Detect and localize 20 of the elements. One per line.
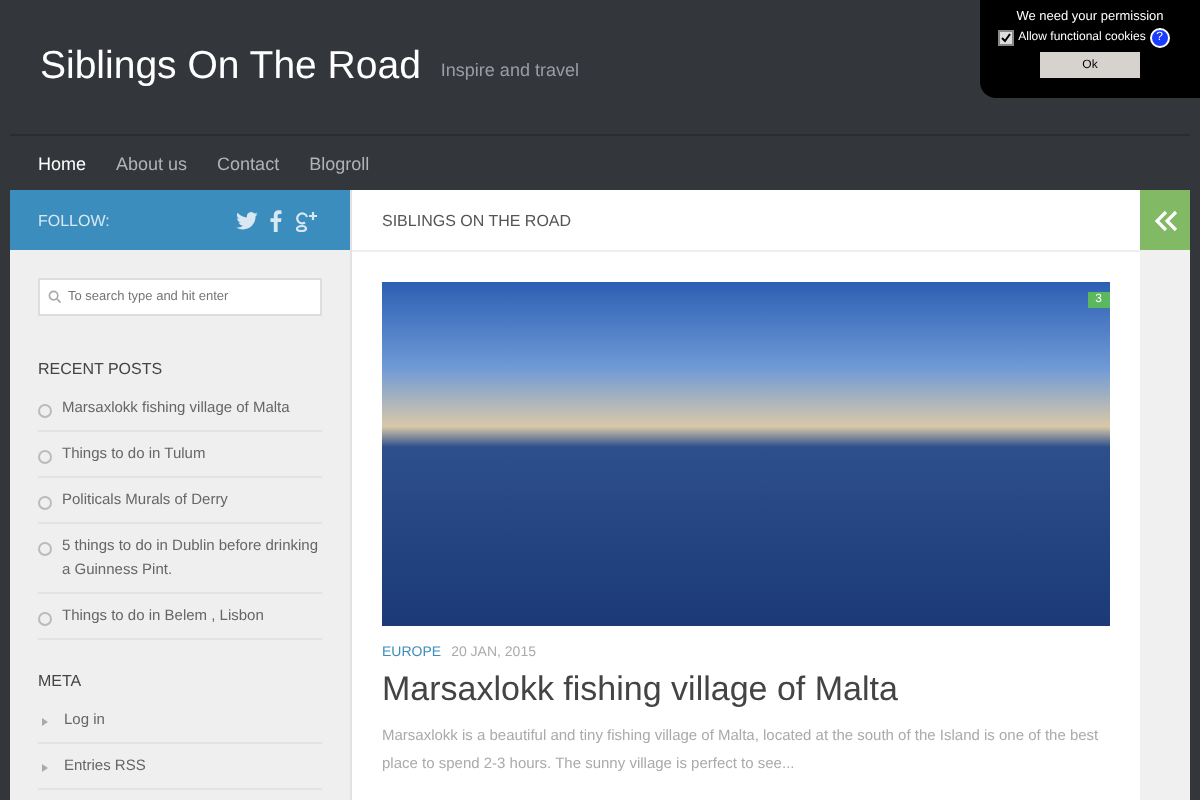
- triangle-icon: [42, 764, 48, 772]
- triangle-icon: [42, 718, 48, 726]
- nav-link[interactable]: About us: [116, 153, 188, 173]
- facebook-icon[interactable]: [270, 209, 282, 231]
- post-title[interactable]: Marsaxlokk fishing village of Malta: [382, 670, 1110, 710]
- google-plus-icon[interactable]: [294, 209, 318, 231]
- search-icon: [48, 290, 62, 304]
- nav-link[interactable]: Blogroll: [309, 153, 370, 173]
- collapse-button[interactable]: [1140, 190, 1190, 250]
- widget-heading: RECENT POSTS: [38, 360, 165, 378]
- section-heading: SIBLINGS ON THE ROAD: [352, 190, 1140, 252]
- nav-link[interactable]: Contact: [217, 153, 280, 173]
- widget-heading: META: [38, 672, 84, 690]
- checkbox[interactable]: [998, 30, 1015, 46]
- twitter-bird-icon[interactable]: [236, 211, 258, 229]
- double-chevron-icon: [1153, 209, 1177, 231]
- nav-link[interactable]: Home: [38, 153, 87, 173]
- site-tagline: Inspire and travel: [440, 59, 579, 79]
- follow-label: FOLLOW:: [38, 211, 112, 229]
- site-title[interactable]: Siblings On The Road: [40, 44, 421, 90]
